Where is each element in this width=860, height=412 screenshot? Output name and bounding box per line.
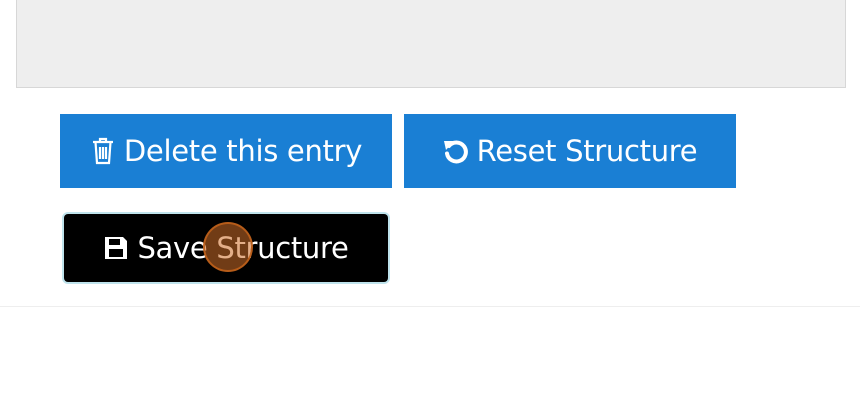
reset-structure-button[interactable]: Reset Structure xyxy=(404,114,736,188)
delete-entry-button[interactable]: Delete this entry xyxy=(60,114,392,188)
reset-structure-label: Reset Structure xyxy=(476,134,698,168)
save-structure-label: Save Structure xyxy=(137,231,349,265)
delete-entry-label: Delete this entry xyxy=(123,134,363,168)
save-structure-button[interactable]: Save Structure xyxy=(64,214,388,282)
floppy-disk-icon xyxy=(103,233,129,263)
divider xyxy=(0,306,860,307)
trash-icon xyxy=(90,136,116,166)
undo-icon xyxy=(443,136,469,166)
page: Delete this entry Reset Structure Save S… xyxy=(0,0,860,412)
content-panel xyxy=(16,0,846,88)
